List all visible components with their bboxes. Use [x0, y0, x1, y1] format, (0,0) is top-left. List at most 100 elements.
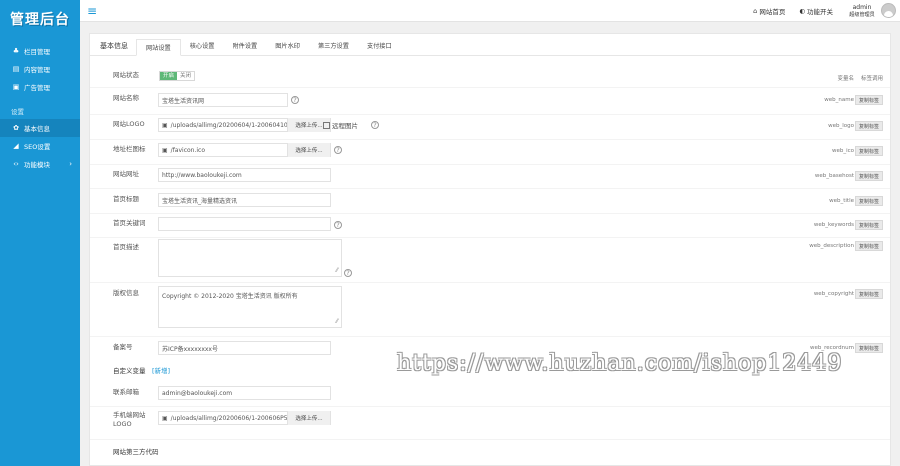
- sidebar-item-modules[interactable]: ‹› 功能模块 ›: [0, 155, 80, 173]
- gear-icon: ✿: [13, 124, 19, 132]
- sidebar-section-settings: 设置: [11, 108, 24, 116]
- mobile-logo-upload-button[interactable]: 选择上传...: [287, 411, 330, 425]
- var-name: web_logo: [828, 123, 854, 129]
- help-icon[interactable]: ?: [291, 96, 299, 104]
- copy-tag-button[interactable]: 复制标签: [855, 343, 883, 353]
- remote-image-checkbox[interactable]: 远程图片: [323, 120, 358, 130]
- form-row-favicon: 地址栏图标 ▣/favicon.ico 选择上传... ? web_ico 复制…: [90, 141, 890, 163]
- title-label: 首页标题: [113, 195, 139, 203]
- send-icon: ◢: [13, 142, 19, 150]
- sidebar-item-label: SEO设置: [24, 143, 51, 151]
- sidebar-item-label: 内容管理: [24, 66, 50, 74]
- keywords-label: 首页关键词: [113, 219, 146, 227]
- site-name-input[interactable]: 宝塔生活资讯网: [158, 93, 288, 107]
- var-name: web_copyright: [813, 291, 854, 297]
- copy-tag-button[interactable]: 复制标签: [855, 241, 883, 251]
- menu-toggle-icon[interactable]: ≡: [87, 4, 97, 18]
- sidebar-item-columns[interactable]: ♣ 栏目管理: [0, 42, 80, 60]
- var-header: 变量名: [837, 76, 854, 82]
- sidebar: 管理后台 ♣ 栏目管理 ▤ 内容管理 ▣ 广告管理 设置 ✿ 基本信息 ◢ SEO设置 ‹…: [0, 0, 80, 466]
- sidebar-item-ads[interactable]: ▣ 广告管理: [0, 78, 80, 96]
- icp-input[interactable]: 苏ICP备xxxxxxxx号: [158, 341, 331, 355]
- sidebar-item-basic-info[interactable]: ✿ 基本信息: [0, 119, 80, 137]
- site-name-label: 网站名称: [113, 94, 139, 102]
- keywords-input[interactable]: [158, 217, 331, 231]
- chevron-right-icon: ›: [69, 160, 72, 168]
- sidebar-item-label: 栏目管理: [24, 48, 50, 56]
- help-icon[interactable]: ?: [334, 146, 342, 154]
- var-name: web_ico: [831, 148, 854, 154]
- user-menu[interactable]: admin 超级管理员: [847, 3, 896, 18]
- title-input[interactable]: 宝塔生活资讯_海量精选资讯: [158, 193, 331, 207]
- copy-tag-button[interactable]: 复制标签: [855, 121, 883, 131]
- tree-icon: ♣: [12, 47, 20, 55]
- code-icon: ‹›: [13, 160, 19, 168]
- tab-attachment-settings[interactable]: 附件设置: [224, 38, 267, 55]
- form-row-title: 首页标题 宝塔生活资讯_海量精选资讯 web_title 复制标签: [90, 191, 890, 213]
- form-row-status: 网站状态 开启 关闭 变量名 标签调用: [90, 67, 890, 87]
- form-row-email: 联系邮箱 admin@baoloukeji.com: [90, 384, 890, 406]
- var-name: web_description: [809, 243, 854, 249]
- copyright-textarea[interactable]: Copyright © 2012-2020 宝塔生活资讯 版权所有: [158, 286, 342, 328]
- image-icon: ▣: [162, 414, 168, 422]
- sidebar-item-seo[interactable]: ◢ SEO设置: [0, 137, 80, 155]
- sidebar-item-label: 基本信息: [24, 125, 50, 133]
- feature-switch-link[interactable]: ◐ 功能开关: [799, 6, 833, 16]
- add-custom-var-link[interactable]: [新增]: [152, 365, 170, 375]
- form-row-copyright: 版权信息 Copyright © 2012-2020 宝塔生活资讯 版权所有 ⁄…: [90, 284, 890, 332]
- url-input[interactable]: http://www.baoloukeji.com: [158, 168, 331, 182]
- site-home-link[interactable]: ⌂ 网站首页: [753, 6, 785, 16]
- avatar[interactable]: [881, 3, 896, 18]
- topbar: ≡ ⌂ 网站首页 ◐ 功能开关 admin 超级管理员: [80, 0, 900, 22]
- image-icon: ▣: [12, 83, 20, 91]
- tab-watermark[interactable]: 图片水印: [266, 38, 309, 55]
- sidebar-item-content[interactable]: ▤ 内容管理: [0, 60, 80, 78]
- favicon-upload-button[interactable]: 选择上传...: [287, 143, 330, 157]
- form-row-logo: 网站LOGO ▣/uploads/allimg/20200604/1-20060…: [90, 116, 890, 138]
- tab-payment[interactable]: 支付接口: [358, 38, 401, 55]
- toggle-icon: ◐: [799, 6, 805, 15]
- email-input[interactable]: admin@baoloukeji.com: [158, 386, 331, 400]
- mobile-logo-label: 手机端网站LOGO: [113, 411, 146, 428]
- action-header: 标签调用: [860, 76, 883, 82]
- email-label: 联系邮箱: [113, 388, 139, 396]
- status-toggle[interactable]: 开启 关闭: [159, 71, 196, 81]
- copy-tag-button[interactable]: 复制标签: [855, 95, 883, 105]
- list-icon: ▤: [12, 65, 20, 73]
- var-name: web_basehost: [814, 173, 854, 179]
- copy-tag-button[interactable]: 复制标签: [855, 289, 883, 299]
- status-off[interactable]: 关闭: [177, 72, 195, 80]
- icp-label: 备案号: [113, 343, 133, 351]
- tab-site-settings[interactable]: 网站设置: [136, 39, 181, 56]
- help-icon[interactable]: ?: [344, 269, 352, 277]
- favicon-label: 地址栏图标: [113, 145, 146, 153]
- form-row-keywords: 首页关键词 ? web_keywords 复制标签: [90, 215, 890, 237]
- copy-tag-button[interactable]: 复制标签: [855, 146, 883, 156]
- sidebar-item-label: 功能模块: [24, 161, 50, 169]
- tab-third-party[interactable]: 第三方设置: [309, 38, 358, 55]
- mobile-logo-path-value: /uploads/allimg/20200606/1-200606P52A4: [170, 414, 300, 422]
- form-row-mobile-logo: 手机端网站LOGO ▣/uploads/allimg/20200606/1-20…: [90, 409, 890, 435]
- help-icon[interactable]: ?: [334, 221, 342, 229]
- image-icon: ▣: [162, 121, 168, 129]
- favicon-path-value: /favicon.ico: [170, 146, 206, 154]
- feature-switch-label: 功能开关: [806, 7, 833, 16]
- status-on[interactable]: 开启: [160, 72, 178, 80]
- description-textarea[interactable]: [158, 239, 342, 277]
- copy-tag-button[interactable]: 复制标签: [855, 220, 883, 230]
- form-row-url: 网站网址 http://www.baoloukeji.com web_baseh…: [90, 166, 890, 188]
- settings-panel: 基本信息 网站设置 核心设置 附件设置 图片水印 第三方设置 支付接口 网站状态…: [89, 33, 891, 466]
- resize-handle-icon[interactable]: ⁄⁄: [336, 267, 338, 274]
- tab-core-settings[interactable]: 核心设置: [181, 38, 224, 55]
- copy-tag-button[interactable]: 复制标签: [855, 171, 883, 181]
- form-row-description: 首页描述 ⁄⁄ ? web_description 复制标签: [90, 239, 890, 283]
- form-row-site-name: 网站名称 宝塔生活资讯网 ? web_name 复制标签: [90, 90, 890, 112]
- resize-handle-icon[interactable]: ⁄⁄: [336, 318, 338, 325]
- tab-basic-info: 基本信息: [100, 42, 128, 50]
- copy-tag-button[interactable]: 复制标签: [855, 196, 883, 206]
- watermark-text: https://www.huzhan.com/ishop12449: [397, 351, 843, 376]
- help-icon[interactable]: ?: [371, 121, 379, 129]
- sidebar-item-label: 广告管理: [24, 84, 50, 92]
- logo-label: 网站LOGO: [113, 120, 145, 128]
- url-label: 网站网址: [113, 170, 139, 178]
